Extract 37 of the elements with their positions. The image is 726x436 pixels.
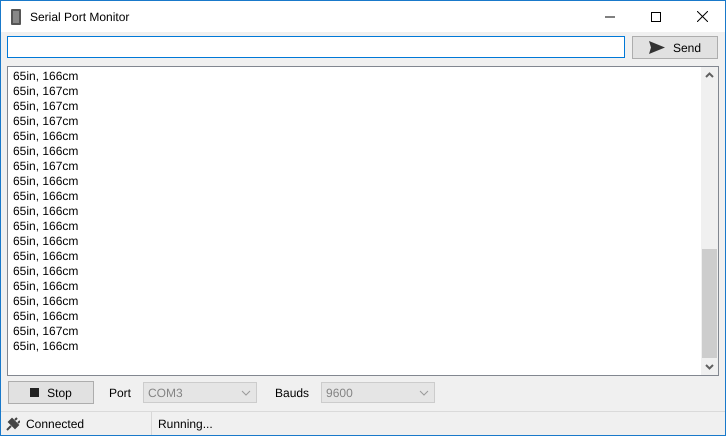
status-text: Running... [157,416,213,430]
bauds-label: Bauds [275,386,310,400]
caret-icon [419,390,430,396]
send-icon [648,41,665,54]
plug-icon [6,416,20,430]
scroll-thumb[interactable] [702,249,717,358]
log-line: 65in, 166cm [13,249,78,264]
window-title: Serial Port Monitor [30,10,130,24]
log-line: 65in, 167cm [13,114,78,129]
log-line: 65in, 167cm [13,159,78,174]
app-icon [10,8,22,24]
log-line: 65in, 166cm [13,279,78,294]
log-line: 65in, 166cm [13,174,78,189]
log-line: 65in, 166cm [13,144,78,159]
log-line: 65in, 166cm [13,204,78,219]
log-line: 65in, 167cm [13,84,78,99]
stop-button[interactable]: Stop [8,381,94,404]
log-line: 65in, 166cm [13,339,78,354]
port-label: Port [109,386,132,400]
log-line: 65in, 167cm [13,324,78,339]
scrollbar[interactable] [701,67,718,375]
log-line: 65in, 166cm [13,129,78,144]
log-line: 65in, 166cm [13,294,78,309]
log-line: 65in, 166cm [13,234,78,249]
close-icon [696,11,708,22]
log-line: 65in, 167cm [13,99,78,114]
caret-icon [241,390,252,396]
send-button[interactable]: Send [632,36,718,59]
input-field[interactable] [7,36,625,58]
connection-status: Connected [26,416,84,430]
log-line: 65in, 166cm [13,264,78,279]
log-line: 65in, 166cm [13,219,78,234]
log-line: 65in, 166cm [13,69,78,84]
maximize-icon [651,12,661,22]
log-line: 65in, 166cm [13,309,78,324]
log-line: 65in, 166cm [13,189,78,204]
stop-icon [30,388,40,397]
